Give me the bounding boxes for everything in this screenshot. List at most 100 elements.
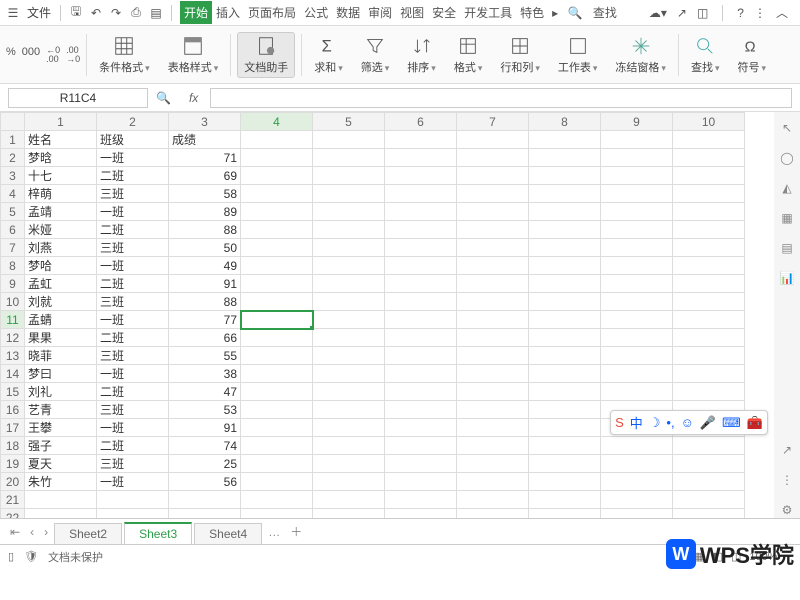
col-header[interactable]: 1 <box>25 113 97 131</box>
search-label[interactable]: 查找 <box>593 4 617 21</box>
cell[interactable] <box>601 491 673 509</box>
cell[interactable] <box>457 365 529 383</box>
cell[interactable] <box>457 275 529 293</box>
cell[interactable]: 三班 <box>97 401 169 419</box>
col-header[interactable]: 5 <box>313 113 385 131</box>
cell[interactable]: 89 <box>169 203 241 221</box>
cell[interactable] <box>241 365 313 383</box>
gear-icon[interactable]: ⚙ <box>779 502 795 518</box>
cell[interactable] <box>529 473 601 491</box>
cell[interactable] <box>529 131 601 149</box>
tab-insert[interactable]: 插入 <box>212 1 244 24</box>
cell[interactable] <box>241 167 313 185</box>
row-header[interactable]: 21 <box>1 491 25 509</box>
col-header[interactable]: 8 <box>529 113 601 131</box>
cell[interactable]: 孟蜻 <box>25 311 97 329</box>
row-header[interactable]: 12 <box>1 329 25 347</box>
table-style-button[interactable]: 表格样式▾ <box>162 33 225 77</box>
cell[interactable]: 二班 <box>97 383 169 401</box>
cell[interactable]: 25 <box>169 455 241 473</box>
cell[interactable] <box>457 311 529 329</box>
cell[interactable]: 梦哈 <box>25 257 97 275</box>
menu-icon[interactable]: ☰ <box>4 4 22 22</box>
cell[interactable] <box>673 149 745 167</box>
cell[interactable] <box>313 329 385 347</box>
cell[interactable] <box>241 293 313 311</box>
cell[interactable] <box>241 149 313 167</box>
cell[interactable] <box>241 437 313 455</box>
row-header[interactable]: 15 <box>1 383 25 401</box>
cell[interactable] <box>529 329 601 347</box>
cell[interactable] <box>385 275 457 293</box>
cell[interactable] <box>241 185 313 203</box>
cell[interactable]: 一班 <box>97 419 169 437</box>
name-box[interactable]: R11C4 <box>8 88 148 108</box>
cell[interactable]: 强子 <box>25 437 97 455</box>
cell[interactable] <box>313 185 385 203</box>
cell[interactable]: 孟虹 <box>25 275 97 293</box>
cell[interactable]: 88 <box>169 293 241 311</box>
dec-inc-icon[interactable]: ←0.00 <box>46 46 60 64</box>
cell[interactable] <box>385 419 457 437</box>
layout-icon[interactable]: ▯ <box>8 550 14 563</box>
cell[interactable] <box>385 185 457 203</box>
cell[interactable] <box>313 293 385 311</box>
cell[interactable] <box>673 131 745 149</box>
cell[interactable] <box>313 131 385 149</box>
row-header[interactable]: 9 <box>1 275 25 293</box>
cell[interactable] <box>673 221 745 239</box>
cell[interactable] <box>241 419 313 437</box>
cell[interactable]: 一班 <box>97 257 169 275</box>
cell[interactable] <box>457 437 529 455</box>
cell[interactable] <box>385 131 457 149</box>
cell[interactable] <box>601 365 673 383</box>
spreadsheet-grid[interactable]: 123456789101姓名班级成绩2梦晗一班713十七二班694梓萌三班585… <box>0 112 774 518</box>
symbol-button[interactable]: Ω符号▾ <box>731 33 772 77</box>
col-header[interactable]: 2 <box>97 113 169 131</box>
cell[interactable] <box>385 257 457 275</box>
row-header[interactable]: 11 <box>1 311 25 329</box>
cell[interactable]: 55 <box>169 347 241 365</box>
tab-data[interactable]: 数据 <box>332 1 364 24</box>
cell[interactable]: 74 <box>169 437 241 455</box>
comma-icon[interactable]: •, <box>666 415 674 430</box>
cell[interactable] <box>313 473 385 491</box>
cell[interactable] <box>457 149 529 167</box>
settings-dots-icon[interactable]: ⋮ <box>779 472 795 488</box>
cell[interactable] <box>313 257 385 275</box>
cell[interactable] <box>313 491 385 509</box>
cell[interactable] <box>529 185 601 203</box>
cell[interactable] <box>673 275 745 293</box>
cell[interactable]: 91 <box>169 419 241 437</box>
format-button[interactable]: 格式▾ <box>448 33 489 77</box>
cell[interactable]: 二班 <box>97 275 169 293</box>
cell[interactable]: 77 <box>169 311 241 329</box>
cell[interactable]: 二班 <box>97 329 169 347</box>
cell[interactable] <box>241 347 313 365</box>
cell[interactable] <box>457 473 529 491</box>
row-header[interactable]: 1 <box>1 131 25 149</box>
col-header[interactable]: 10 <box>673 113 745 131</box>
save-icon[interactable]: 🖫 <box>67 4 85 22</box>
sort-button[interactable]: 排序▾ <box>401 33 442 77</box>
cell[interactable]: 69 <box>169 167 241 185</box>
cell[interactable] <box>385 347 457 365</box>
cell[interactable]: 梦曰 <box>25 365 97 383</box>
cell[interactable]: 朱竹 <box>25 473 97 491</box>
cell[interactable] <box>25 509 97 519</box>
cell[interactable] <box>601 437 673 455</box>
cell[interactable] <box>169 509 241 519</box>
tab-more-icon[interactable]: ▸ <box>548 3 562 23</box>
cell[interactable] <box>457 167 529 185</box>
cell[interactable] <box>385 491 457 509</box>
sheet-tab[interactable]: Sheet2 <box>54 523 122 544</box>
cell[interactable] <box>241 473 313 491</box>
cell[interactable]: 班级 <box>97 131 169 149</box>
cell[interactable] <box>385 203 457 221</box>
next-sheet-icon[interactable]: › <box>40 523 52 541</box>
thousands-icon[interactable]: 000 <box>22 46 40 64</box>
cell[interactable] <box>529 347 601 365</box>
col-header[interactable]: 4 <box>241 113 313 131</box>
cell[interactable] <box>241 311 313 329</box>
cell[interactable] <box>601 275 673 293</box>
